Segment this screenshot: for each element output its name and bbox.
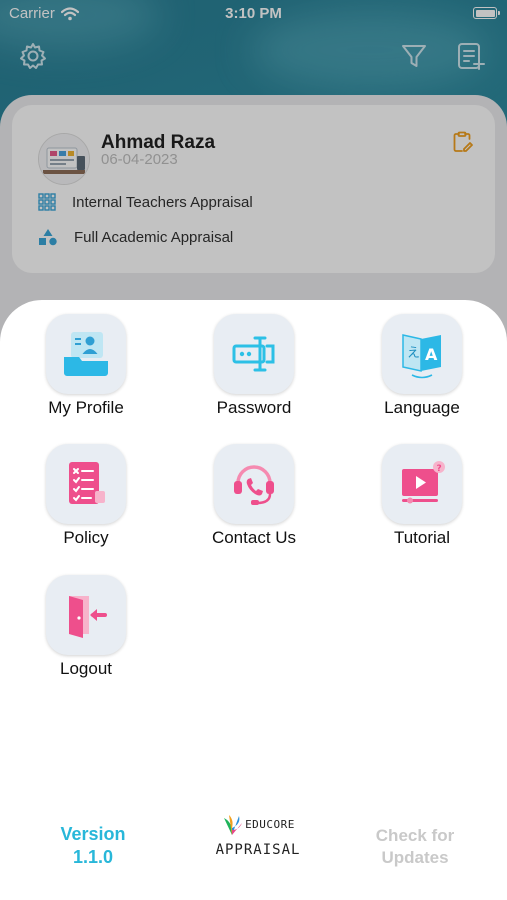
profile-card-icon: [64, 332, 108, 376]
language-icon: え A: [402, 334, 441, 379]
menu-tile[interactable]: [214, 444, 294, 524]
brand-subtitle: APPRAISAL: [215, 842, 301, 858]
password-icon: [232, 336, 275, 372]
version-label: Version: [60, 824, 126, 844]
menu-tile[interactable]: [46, 314, 126, 394]
version-number: 1.1.0: [72, 847, 114, 867]
menu-item-my-profile[interactable]: My Profile: [11, 314, 161, 418]
logout-door-icon: [69, 596, 107, 638]
menu-tile[interactable]: え A: [382, 314, 462, 394]
educore-leaf-icon: [224, 815, 243, 835]
menu-item-password[interactable]: Password: [179, 314, 329, 418]
policy-checklist-icon: [69, 462, 105, 504]
check-updates-line1: Check for: [375, 826, 455, 845]
video-tutorial-icon: ?: [402, 461, 445, 504]
menu-tile[interactable]: ?: [382, 444, 462, 524]
brand-name: EDUCORE: [245, 817, 295, 831]
menu-tile[interactable]: [46, 575, 126, 655]
menu-label: Tutorial: [393, 528, 451, 547]
menu-tile[interactable]: [214, 314, 294, 394]
menu-label: Policy: [63, 528, 109, 547]
svg-text:A: A: [425, 345, 438, 364]
menu-label: Password: [216, 398, 292, 417]
app-screen: Carrier 3:10 PM Ahmad Raza 06-04-2023 In…: [0, 0, 507, 900]
menu-item-tutorial[interactable]: ? Tutorial: [347, 444, 497, 548]
menu-label: Language: [384, 398, 460, 417]
menu-label: Logout: [60, 659, 112, 678]
menu-label: Contact Us: [211, 528, 297, 547]
svg-text:え: え: [407, 346, 420, 361]
check-updates-line2: Updates: [381, 848, 449, 867]
svg-text:?: ?: [437, 464, 442, 474]
version-info: Version 1.1.0: [38, 823, 148, 869]
check-for-updates-button[interactable]: Check for Updates: [352, 825, 478, 869]
menu-item-contact-us[interactable]: Contact Us: [179, 444, 329, 548]
menu-label: My Profile: [48, 398, 124, 417]
settings-sheet: My Profile Password え A Language Policy …: [0, 300, 507, 900]
brand-mark: EDUCORE: [208, 812, 308, 836]
brand-logo: EDUCORE APPRAISAL: [208, 812, 308, 858]
menu-item-language[interactable]: え A Language: [347, 314, 497, 418]
menu-item-policy[interactable]: Policy: [11, 444, 161, 548]
menu-item-logout[interactable]: Logout: [11, 575, 161, 679]
headset-phone-icon: [234, 465, 274, 505]
menu-tile[interactable]: [46, 444, 126, 524]
